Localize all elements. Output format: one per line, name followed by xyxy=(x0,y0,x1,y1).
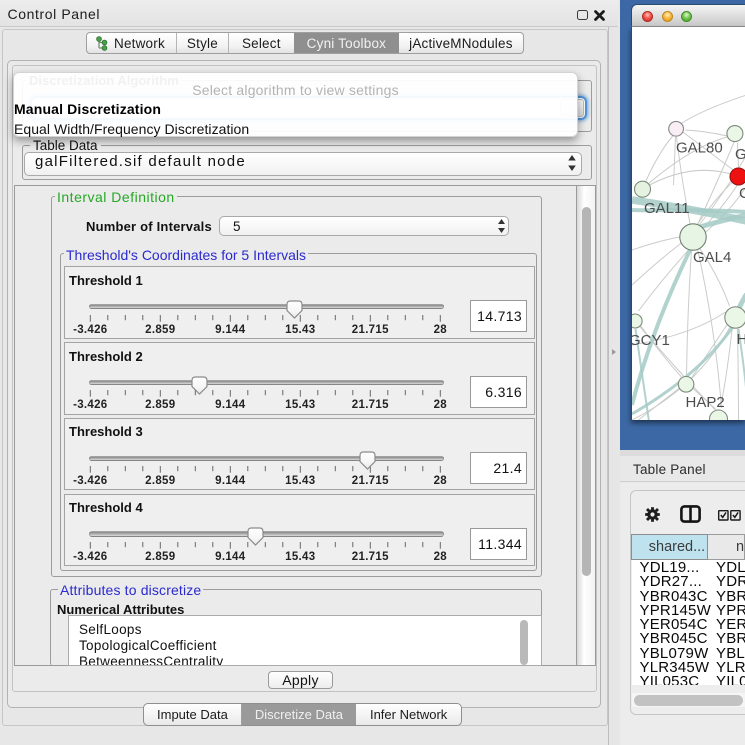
svg-text:HAP2: HAP2 xyxy=(686,394,725,411)
svg-text:GAL4: GAL4 xyxy=(693,249,731,266)
svg-text:H: H xyxy=(737,331,745,348)
svg-text:GAL80: GAL80 xyxy=(676,140,723,157)
svg-text:GAL11: GAL11 xyxy=(644,200,690,217)
svg-text:GCY1: GCY1 xyxy=(632,332,670,349)
svg-text:C: C xyxy=(739,185,745,202)
svg-text:GA: GA xyxy=(735,146,745,163)
